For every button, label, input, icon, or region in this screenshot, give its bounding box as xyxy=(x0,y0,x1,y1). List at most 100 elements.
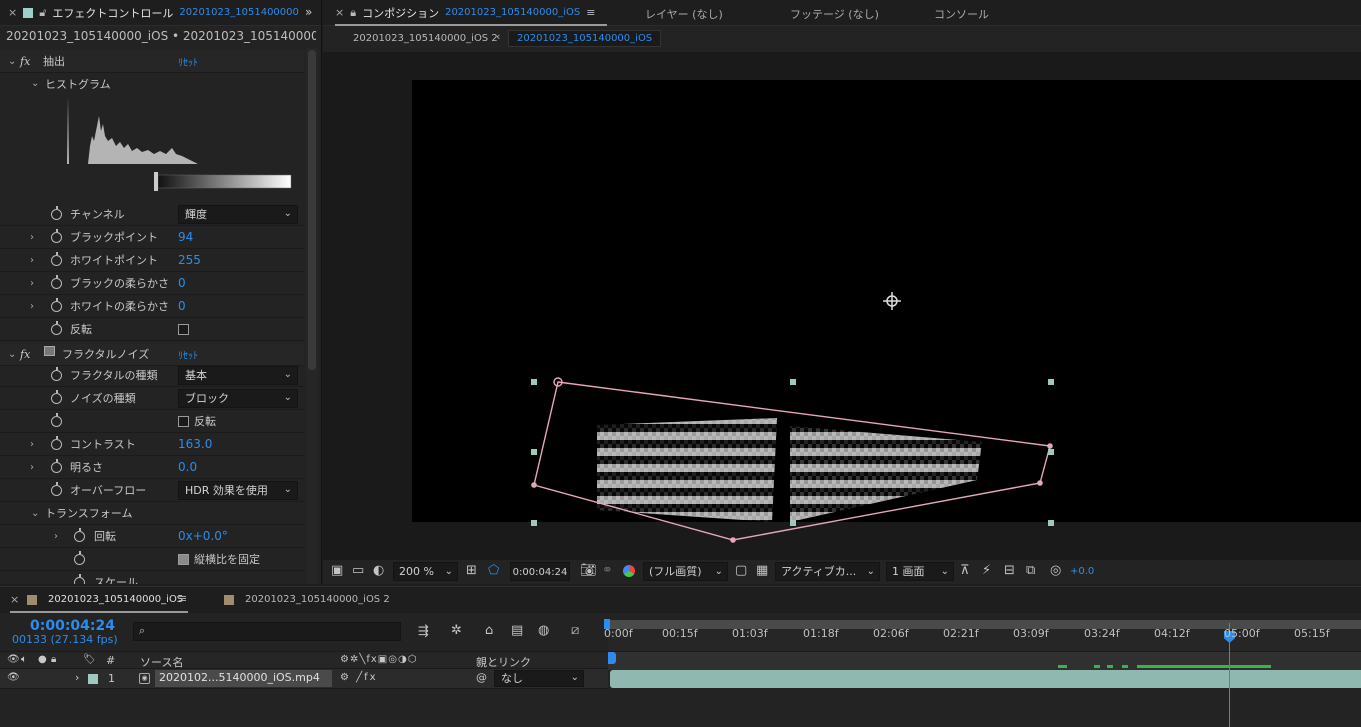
stopwatch-icon[interactable] xyxy=(51,320,62,335)
stopwatch-icon[interactable] xyxy=(51,389,62,404)
fx-icon[interactable]: fx xyxy=(20,348,30,361)
solo-icon[interactable]: ● xyxy=(38,654,47,665)
channel-color-icon[interactable] xyxy=(623,565,635,577)
rotation-value[interactable]: 0x+0.0° xyxy=(178,529,228,543)
overflow-dropdown[interactable]: HDR 効果を使用 ⌄ xyxy=(178,480,298,500)
stopwatch-icon[interactable] xyxy=(74,573,85,584)
zoom-dropdown[interactable]: 200 % ⌄ xyxy=(393,562,458,581)
stopwatch-icon[interactable] xyxy=(74,550,85,565)
eye-icon[interactable]: 👁︎ xyxy=(7,654,20,665)
chevron-right-icon[interactable]: › xyxy=(30,301,34,312)
stopwatch-icon[interactable] xyxy=(51,297,62,312)
view-layout-dropdown[interactable]: 1 画面 ⌄ xyxy=(886,562,954,581)
chevron-right-icon[interactable]: › xyxy=(30,462,34,473)
chevron-right-icon[interactable]: › xyxy=(75,671,79,684)
chevron-right-icon[interactable]: › xyxy=(30,439,34,450)
layer-tab[interactable]: レイヤー (なし) xyxy=(645,6,723,22)
stopwatch-icon[interactable] xyxy=(51,205,62,220)
draft-3d-icon[interactable]: ✲ xyxy=(451,623,462,638)
layer-search-input[interactable]: ⌕ xyxy=(133,622,401,641)
resolution-dropdown[interactable]: (フル画質) ⌄ xyxy=(643,562,728,581)
stopwatch-icon[interactable] xyxy=(51,366,62,381)
close-icon[interactable]: × xyxy=(8,6,17,19)
effect-fractal-header[interactable]: ⌄ fx フラクタルノイズ ﾘｾｯﾄ xyxy=(0,343,304,366)
source-name-header[interactable]: ソース名 xyxy=(140,654,183,670)
extract-invert-checkbox[interactable] xyxy=(178,323,189,335)
flowchart-icon[interactable]: ⧉ xyxy=(1026,563,1035,578)
black-softness-value[interactable]: 0 xyxy=(178,276,186,290)
layer-row[interactable]: 👁︎ › 1 ◉ 2020102...5140000_iOS.mp4 ⚙ ╱fx… xyxy=(0,669,608,689)
parent-link-header[interactable]: 親とリンク xyxy=(476,654,531,670)
timeline-current-time[interactable]: 0:00:04:24 xyxy=(30,618,115,634)
layer-switches-icons[interactable]: ⚙ ╱fx xyxy=(340,672,378,683)
noise-type-dropdown[interactable]: ブロック ⌄ xyxy=(178,388,298,408)
motion-blur-icon[interactable]: ◍ xyxy=(538,623,549,638)
comp-mini-flowchart-icon[interactable]: ⇶ xyxy=(418,624,429,639)
snapshot-toggle-icon[interactable]: ▣ xyxy=(331,563,343,578)
fx-icon[interactable]: fx xyxy=(20,55,30,68)
chevron-down-icon[interactable]: ⌄ xyxy=(8,349,16,360)
stopwatch-icon[interactable] xyxy=(51,412,62,427)
stopwatch-icon[interactable] xyxy=(51,435,62,450)
timeline-icon[interactable]: ⊟ xyxy=(1004,563,1015,578)
camera-dropdown[interactable]: アクティブカ... ⌄ xyxy=(775,562,880,581)
white-point-value[interactable]: 255 xyxy=(178,253,201,267)
menu-icon[interactable]: ≡ xyxy=(178,592,187,605)
menu-icon[interactable]: ≡ xyxy=(586,6,595,19)
expand-panels-icon[interactable]: » xyxy=(305,5,312,19)
stopwatch-icon[interactable] xyxy=(51,481,62,496)
mask-path-toggle-icon[interactable]: ⬠ xyxy=(488,563,499,578)
pickwhip-icon[interactable]: @ xyxy=(476,671,487,684)
lock-icon[interactable]: 🔒︎ xyxy=(51,654,56,665)
stopwatch-icon[interactable] xyxy=(51,251,62,266)
eye-icon[interactable]: 👁︎ xyxy=(7,672,20,683)
subtab-comp-2[interactable]: 20201023_105140000_iOS 2 xyxy=(353,33,498,44)
graph-editor-icon[interactable]: ⧄ xyxy=(571,623,579,638)
stopwatch-icon[interactable] xyxy=(51,228,62,243)
shy-layers-icon[interactable]: ⌂ xyxy=(485,623,493,638)
chevron-right-icon[interactable]: › xyxy=(30,278,34,289)
current-time-field[interactable]: 0:00:04:24 xyxy=(510,562,570,581)
chevron-right-icon[interactable]: › xyxy=(30,255,34,266)
effect-controls-tab[interactable]: × 🔓︎ エフェクトコントロール 20201023_1051400000 xyxy=(0,0,307,25)
speaker-icon[interactable]: 🔈︎ xyxy=(21,654,27,665)
lock-icon[interactable]: 🔒︎ xyxy=(350,6,356,20)
layer-name-field[interactable]: 2020102...5140000_iOS.mp4 xyxy=(155,670,332,687)
chevron-down-icon[interactable]: ⌄ xyxy=(31,78,39,89)
close-icon[interactable]: × xyxy=(335,6,344,19)
stopwatch-icon[interactable] xyxy=(51,458,62,473)
composition-tab[interactable]: × 🔒︎ コンポジション 20201023_105140000_iOS ≡ xyxy=(323,0,603,25)
chevron-right-icon[interactable]: › xyxy=(30,232,34,243)
chevron-left-icon[interactable]: ‹ xyxy=(496,30,500,43)
effect-scrollbar[interactable] xyxy=(306,48,318,584)
contrast-value[interactable]: 163.0 xyxy=(178,437,212,451)
brightness-value[interactable]: 0.0 xyxy=(178,460,197,474)
mask-visibility-icon[interactable]: ◐ xyxy=(373,563,384,578)
timeline-tab-2[interactable]: 20201023_105140000_iOS 2 xyxy=(245,594,390,605)
console-tab[interactable]: コンソール xyxy=(934,6,989,22)
monitor-icon[interactable]: ▭ xyxy=(352,563,364,578)
exposure-value[interactable]: +0.0 xyxy=(1070,566,1094,577)
chevron-down-icon[interactable]: ⌄ xyxy=(8,56,16,67)
subtab-comp-1[interactable]: 20201023_105140000_iOS xyxy=(508,30,662,47)
black-point-value[interactable]: 94 xyxy=(178,230,193,244)
white-softness-value[interactable]: 0 xyxy=(178,299,186,313)
lock-icon[interactable]: 🔓︎ xyxy=(39,6,46,20)
grid-guide-icon[interactable]: ⊞ xyxy=(466,563,477,578)
lock-aspect-checkbox[interactable] xyxy=(178,553,189,565)
effect-extract-header[interactable]: ⌄ fx 抽出 ﾘｾｯﾄ xyxy=(0,50,304,73)
close-icon[interactable]: × xyxy=(10,593,19,606)
frame-blending-icon[interactable]: ▤ xyxy=(511,623,523,638)
fast-preview-icon[interactable]: ⚡︎ xyxy=(982,563,991,578)
fractal-reset-button[interactable]: ﾘｾｯﾄ xyxy=(178,347,198,362)
fractal-invert-checkbox[interactable] xyxy=(178,415,189,427)
stopwatch-icon[interactable] xyxy=(51,274,62,289)
stopwatch-icon[interactable] xyxy=(74,527,85,542)
chevron-right-icon[interactable]: › xyxy=(54,531,58,542)
label-tag-icon[interactable]: 🏷︎ xyxy=(83,654,96,665)
region-of-interest-icon[interactable]: ▢ xyxy=(735,563,747,578)
extract-reset-button[interactable]: ﾘｾｯﾄ xyxy=(178,54,198,69)
camera-snapshot-icon[interactable]: 📷︎ xyxy=(580,563,597,578)
chevron-down-icon[interactable]: ⌄ xyxy=(31,508,39,519)
fractal-type-dropdown[interactable]: 基本 ⌄ xyxy=(178,365,298,385)
